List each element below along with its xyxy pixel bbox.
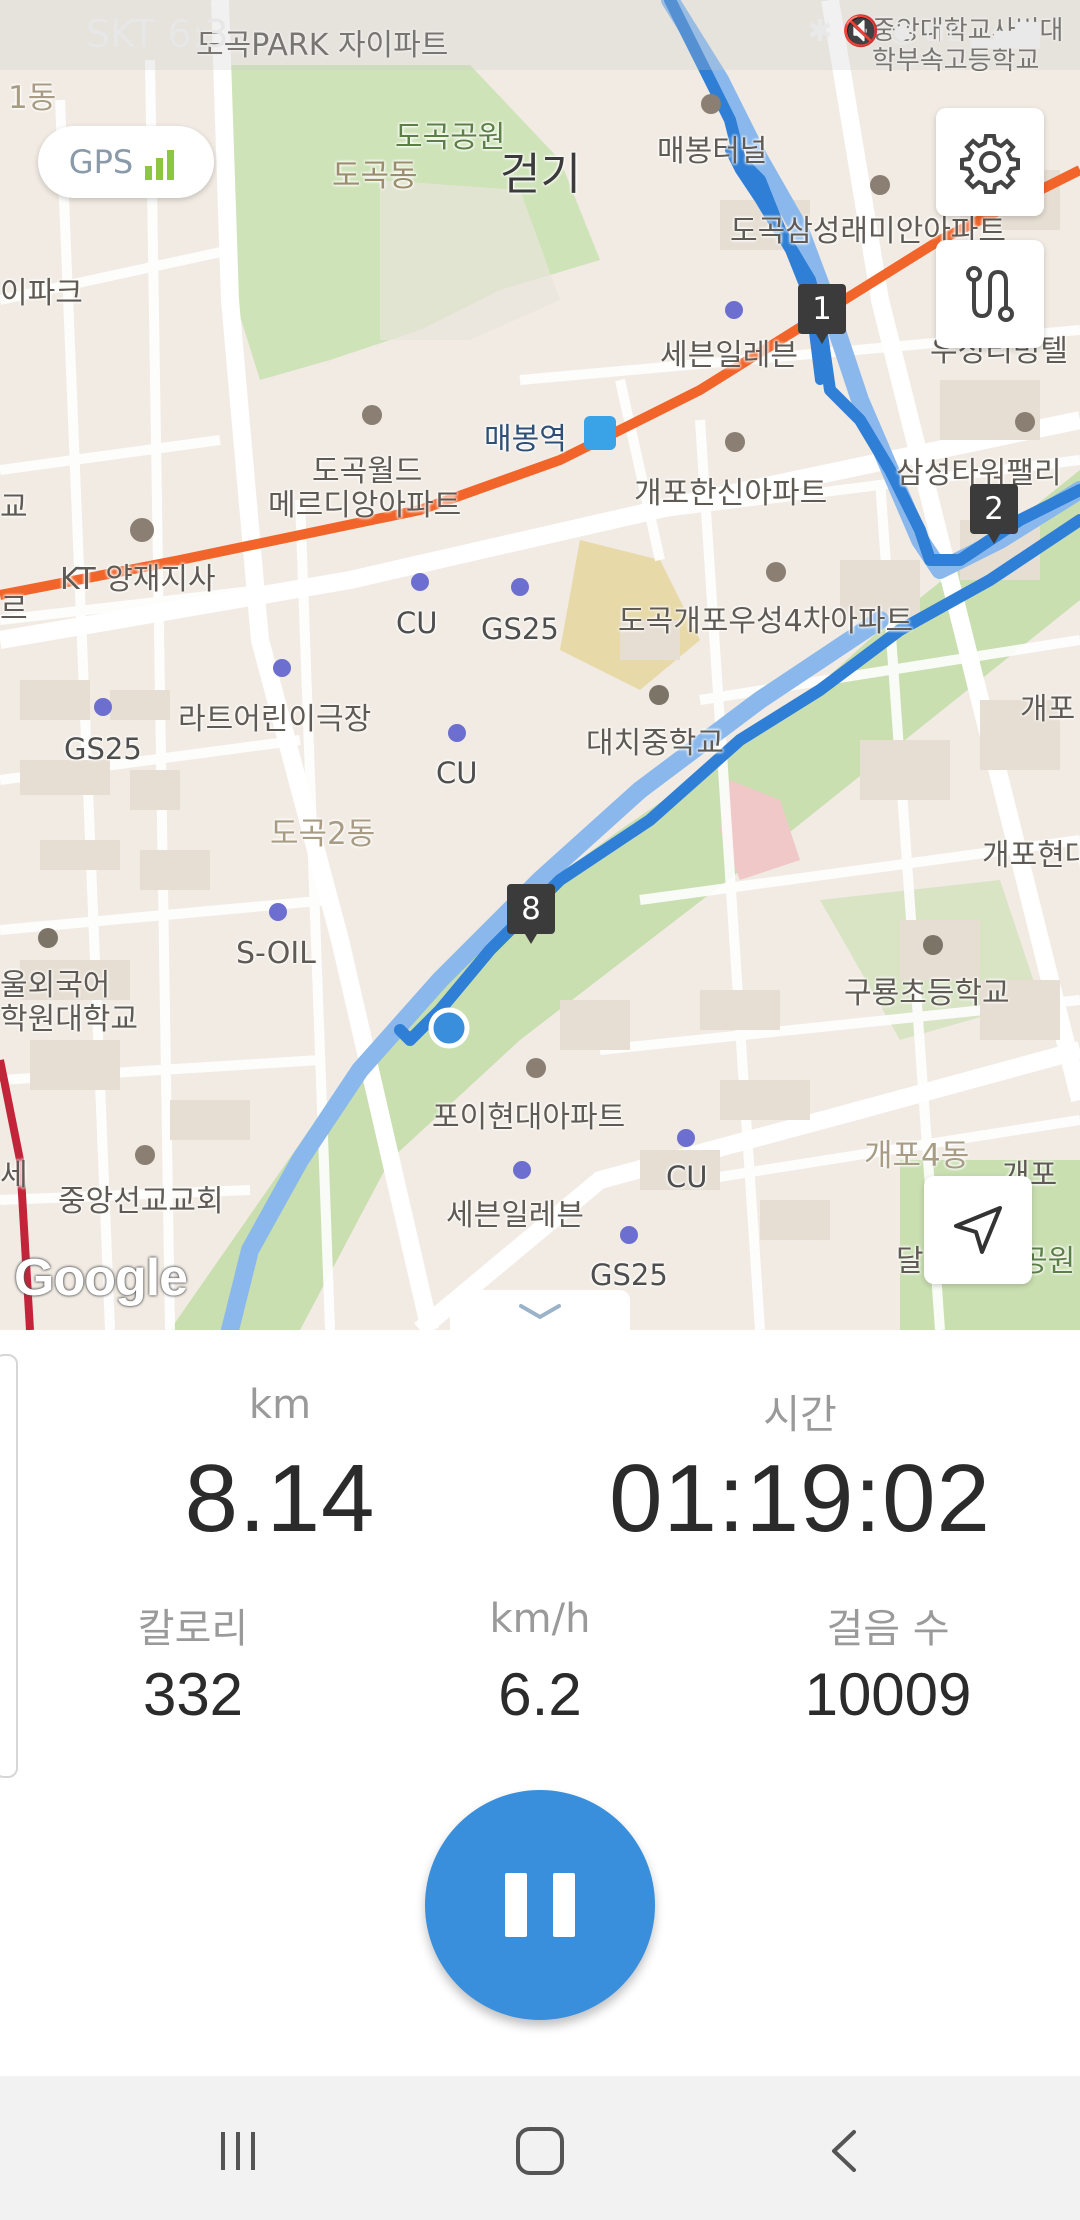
time-value: 01:19:02 bbox=[609, 1445, 991, 1552]
map-view[interactable]: 도곡PARK 자이파트 중앙대학교사범대학부속고등학교 1동 도곡공원 도곡동 … bbox=[0, 0, 1080, 1330]
map-label: 개포4동 bbox=[864, 1138, 970, 1174]
system-navigation-bar bbox=[0, 2076, 1080, 2220]
map-label: CU bbox=[436, 756, 478, 790]
status-bar: SKT 6:3 ✱ 🔇 ◉ LTE ▂▄▆ bbox=[0, 0, 1080, 70]
google-logo: Google bbox=[14, 1249, 188, 1307]
gps-status-badge: GPS bbox=[38, 126, 214, 198]
pause-button[interactable] bbox=[425, 1790, 655, 2020]
map-label: 메르디앙아파트 bbox=[268, 488, 462, 523]
chevron-down-icon bbox=[519, 1304, 561, 1320]
km-marker[interactable]: 2 bbox=[970, 484, 1018, 544]
map-label: 도곡동 bbox=[332, 158, 418, 194]
status-icons: ✱ 🔇 ◉ LTE ▂▄▆ bbox=[807, 14, 1040, 49]
settings-button[interactable] bbox=[936, 108, 1044, 216]
home-icon bbox=[516, 2127, 564, 2175]
side-panel-tab[interactable] bbox=[0, 1354, 18, 1778]
collapse-panel-button[interactable] bbox=[450, 1290, 630, 1330]
map-label: 달 bbox=[896, 1244, 924, 1279]
map-label: CU bbox=[666, 1160, 708, 1194]
bluetooth-icon: ✱ bbox=[807, 14, 833, 49]
gps-signal-icon bbox=[145, 150, 175, 180]
map-label: 매봉역 bbox=[484, 422, 567, 457]
back-button[interactable] bbox=[804, 2116, 884, 2186]
mute-icon: 🔇 bbox=[842, 14, 880, 49]
back-icon bbox=[832, 2130, 856, 2172]
map-label: GS25 bbox=[64, 732, 142, 766]
map-label: 세븐일레븐 bbox=[446, 1198, 584, 1233]
navigation-arrow-icon bbox=[954, 1206, 1002, 1254]
map-label: GS25 bbox=[481, 612, 559, 646]
map-label: 교 bbox=[0, 490, 28, 525]
speed-value: 6.2 bbox=[498, 1661, 582, 1728]
map-label: S-OIL bbox=[236, 936, 316, 971]
gps-label: GPS bbox=[68, 143, 134, 181]
calories-value: 332 bbox=[142, 1661, 244, 1728]
map-label: 도곡2동 bbox=[270, 816, 376, 852]
route-icon bbox=[966, 266, 1014, 322]
map-label: 세븐일레븐 bbox=[660, 338, 798, 373]
my-location-button[interactable] bbox=[924, 1176, 1032, 1284]
map-label: GS25 bbox=[590, 1258, 668, 1292]
distance-label: km bbox=[248, 1382, 312, 1428]
gear-icon bbox=[960, 134, 1020, 194]
location-icon: ◉ bbox=[888, 14, 916, 49]
speed-label: km/h bbox=[489, 1596, 591, 1642]
distance-value: 8.14 bbox=[184, 1445, 376, 1552]
map-label: KT 양재지사 bbox=[60, 562, 216, 597]
map-label: 대치중학교 bbox=[586, 726, 724, 761]
map-label: 1동 bbox=[8, 80, 57, 116]
km-marker[interactable]: 8 bbox=[507, 884, 555, 944]
map-label: 학원대학교 bbox=[0, 1002, 138, 1037]
route-toggle-button[interactable] bbox=[936, 240, 1044, 348]
map-label: 세 bbox=[0, 1158, 28, 1193]
km-marker[interactable]: 1 bbox=[798, 284, 846, 344]
activity-type-label: 걷기 bbox=[500, 149, 581, 200]
map-label: 개포한신아파트 bbox=[634, 476, 828, 511]
home-button[interactable] bbox=[500, 2116, 580, 2186]
map-label: 르 bbox=[0, 592, 28, 627]
pause-icon bbox=[505, 1873, 527, 1937]
map-label: 이파크 bbox=[0, 276, 83, 311]
lte-icon: LTE bbox=[924, 22, 962, 47]
map-label: 포이현대아파트 bbox=[432, 1100, 626, 1135]
map-label: 도곡개포우성4차아파트 bbox=[618, 604, 914, 639]
map-label: 개포현대 bbox=[982, 838, 1080, 873]
steps-value: 10009 bbox=[804, 1661, 972, 1728]
map-label: 중앙선교교회 bbox=[58, 1184, 224, 1219]
map-label: CU bbox=[396, 606, 438, 640]
carrier-time: SKT 6:3 bbox=[86, 12, 229, 56]
map-label: 개포 bbox=[1020, 692, 1076, 727]
map-label: 매봉터널 bbox=[657, 134, 768, 169]
steps-label: 걸음 수 bbox=[826, 1606, 950, 1652]
recents-icon bbox=[221, 2132, 255, 2170]
recents-button[interactable] bbox=[198, 2116, 278, 2186]
calories-label: 칼로리 bbox=[137, 1606, 249, 1652]
map-label: 라트어린이극장 bbox=[178, 702, 372, 737]
map-label: 구룡초등학교 bbox=[844, 976, 1010, 1011]
pause-icon bbox=[553, 1873, 575, 1937]
signal-icon: ▂▄▆ bbox=[970, 14, 1040, 49]
time-label: 시간 bbox=[763, 1392, 837, 1438]
